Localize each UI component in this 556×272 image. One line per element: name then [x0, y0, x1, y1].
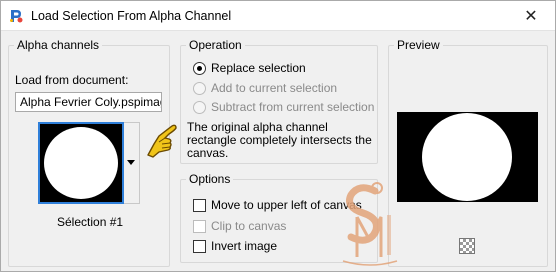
channel-thumbnail[interactable] [38, 122, 124, 204]
document-select[interactable]: Alpha Fevrier Coly.pspimage [15, 92, 162, 112]
alpha-channels-title: Alpha channels [14, 38, 103, 52]
operation-title: Operation [186, 38, 245, 52]
add-to-selection-label: Add to current selection [211, 81, 338, 95]
selected-channel-label: Sélection #1 [57, 215, 124, 229]
checkerboard-icon[interactable] [459, 238, 475, 254]
psp-app-icon [8, 8, 24, 24]
channel-dropdown-button[interactable] [124, 122, 140, 204]
pointing-hand-icon [147, 124, 177, 158]
add-to-selection-radio[interactable]: Add to current selection [193, 81, 337, 95]
replace-selection-label: Replace selection [211, 61, 306, 75]
checkbox-icon [193, 239, 206, 253]
chevron-down-icon [127, 160, 135, 165]
invert-image-checkbox[interactable]: Invert image [193, 239, 277, 253]
preview-image [397, 112, 538, 202]
invert-image-label: Invert image [211, 239, 278, 253]
move-to-upper-left-checkbox[interactable]: Move to upper left of canvas [193, 198, 362, 212]
clip-to-canvas-checkbox[interactable]: Clip to canvas [193, 219, 286, 233]
checkbox-icon [193, 198, 206, 212]
sm-logo-watermark [342, 182, 398, 266]
clip-to-canvas-label: Clip to canvas [211, 219, 287, 233]
load-from-document-label: Load from document: [15, 73, 129, 87]
subtract-from-selection-label: Subtract from current selection [211, 100, 375, 114]
window-title: Load Selection From Alpha Channel [31, 9, 232, 23]
dialog-window: Load Selection From Alpha Channel ✕ Alph… [0, 0, 556, 272]
subtract-from-selection-radio[interactable]: Subtract from current selection [193, 100, 374, 114]
document-select-value: Alpha Fevrier Coly.pspimage [20, 95, 162, 109]
radio-unchecked-icon [193, 81, 206, 95]
close-button[interactable]: ✕ [511, 3, 551, 29]
preview-title: Preview [394, 38, 443, 52]
radio-unchecked-icon [193, 100, 206, 114]
intersection-info-text: The original alpha channel rectangle com… [187, 120, 372, 160]
options-title: Options [186, 172, 234, 186]
channel-thumbnail-image [42, 126, 120, 200]
title-bar: Load Selection From Alpha Channel ✕ [1, 1, 555, 31]
radio-checked-icon [193, 61, 206, 75]
checkbox-icon [193, 219, 206, 233]
replace-selection-radio[interactable]: Replace selection [193, 61, 306, 75]
close-icon: ✕ [524, 8, 538, 25]
